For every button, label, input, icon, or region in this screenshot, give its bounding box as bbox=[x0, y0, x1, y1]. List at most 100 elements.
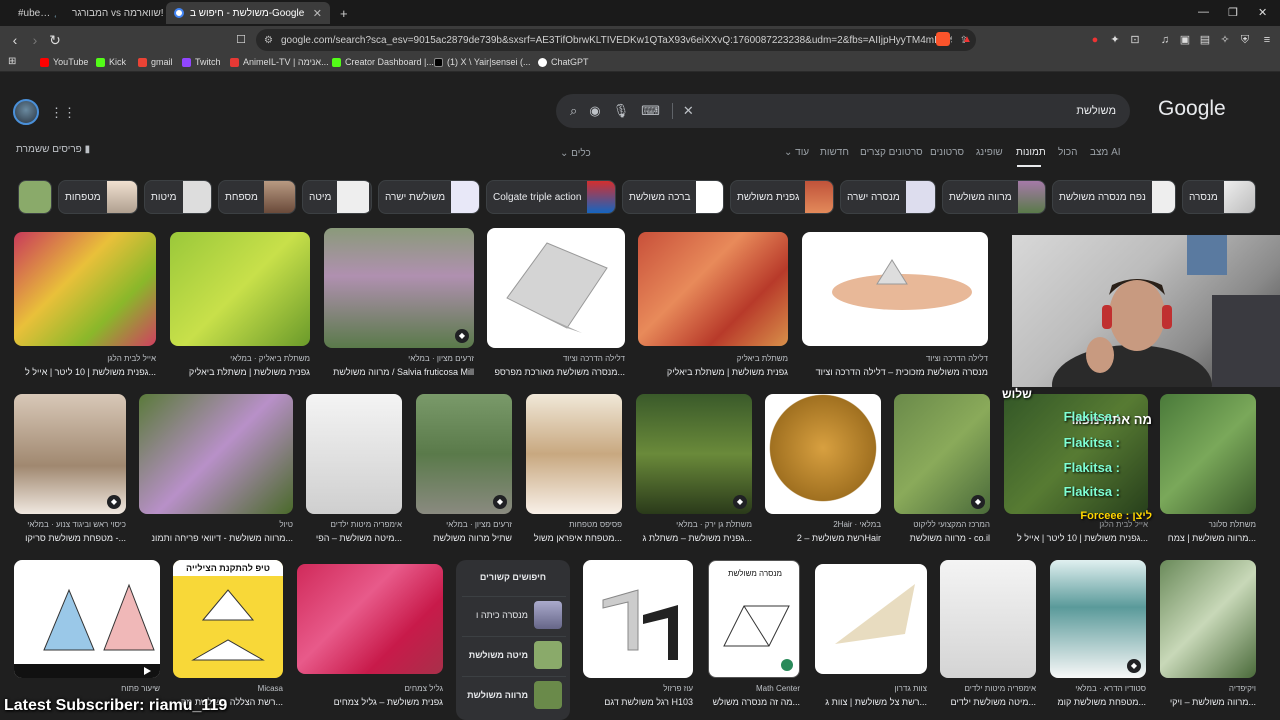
related-search-item[interactable]: מרווה משולשת bbox=[462, 676, 566, 712]
tab-hamburger[interactable]: המבורגר vs שווארמה!! bbox=[58, 2, 164, 24]
result-thumbnail[interactable] bbox=[297, 564, 443, 674]
image-result[interactable]: צוות גדרון רשת צל משולשת | צוות ג... bbox=[815, 564, 927, 708]
chip-bed[interactable]: מיטה bbox=[302, 180, 372, 214]
result-thumbnail[interactable] bbox=[765, 394, 881, 514]
image-result[interactable]: עוז פרזול רגל משולשת דגם H103 bbox=[583, 560, 693, 708]
result-thumbnail[interactable] bbox=[815, 564, 927, 674]
close-tab-icon[interactable]: ✕ bbox=[313, 7, 322, 20]
bookmark-gmail[interactable]: gmail bbox=[138, 57, 173, 67]
result-thumbnail[interactable] bbox=[14, 232, 156, 346]
result-thumbnail[interactable] bbox=[1160, 560, 1256, 678]
image-result[interactable]: ◆ משתלת גן ירק · במלאי גפנית משולשת – מש… bbox=[636, 394, 752, 546]
leo-icon[interactable]: ✧ bbox=[1216, 31, 1234, 49]
image-result[interactable]: ◆ זרעים מציון · במלאי מרווה משולשת / Sal… bbox=[324, 228, 474, 382]
tab-ai-mode[interactable]: מצב AI bbox=[1090, 147, 1121, 158]
result-thumbnail[interactable] bbox=[638, 232, 788, 346]
tab-videos[interactable]: סרטונים bbox=[930, 147, 964, 158]
bookmark-animeil[interactable]: AnimeIL-TV | אנימה... bbox=[230, 57, 329, 67]
vpn-icon[interactable]: ⛨ bbox=[1236, 31, 1254, 49]
related-search-item[interactable]: מנסרה כיתה ו bbox=[462, 596, 566, 632]
google-logo[interactable]: Google bbox=[1158, 97, 1226, 121]
clear-icon[interactable]: ✕ bbox=[671, 103, 694, 119]
tab-news[interactable]: חדשות bbox=[820, 147, 849, 158]
image-result[interactable]: פסיפס מטפחות מטפחת איפראן משול... bbox=[526, 394, 622, 546]
result-thumbnail[interactable] bbox=[306, 394, 402, 514]
result-thumbnail[interactable]: ◆ bbox=[14, 394, 126, 514]
screenshot-icon[interactable]: ⊡ bbox=[1126, 31, 1144, 49]
tab-more[interactable]: ⌄ עוד bbox=[784, 147, 809, 158]
result-thumbnail[interactable]: מנסרה משולשת bbox=[708, 560, 800, 678]
image-result[interactable]: 2Hair · במלאי רשת משולשת – 2Hair bbox=[765, 394, 881, 546]
address-bar[interactable]: ⚙ google.com/search?sca_esv=9015ac2879de… bbox=[256, 29, 976, 51]
image-result[interactable]: ◆ כיסוי ראש וביגוד צנוע · במלאי מטפחת מש… bbox=[14, 394, 126, 546]
image-result[interactable]: ◆ המרכז המקצועי לליקוט מרווה משולשת - co… bbox=[894, 394, 990, 546]
related-search-item[interactable]: מיטה משולשת bbox=[462, 636, 566, 672]
search-icon[interactable]: ⌕ bbox=[570, 103, 577, 119]
chip-beds[interactable]: מיטות bbox=[144, 180, 212, 214]
brave-shield-icon[interactable] bbox=[936, 32, 950, 46]
chip-prism[interactable]: מנסרה bbox=[1182, 180, 1256, 214]
microphone-icon[interactable]: 🎙 bbox=[613, 103, 630, 119]
image-result[interactable]: דלילה הדרכה וציוד מנסרה משולשת מזכוכית –… bbox=[802, 232, 988, 382]
image-result[interactable]: ◆ זרעים מציון · במלאי שתיל מרווה משולשת bbox=[416, 394, 512, 546]
image-result[interactable]: טיול מרווה משולשת - דיוואי פריחה ותמונ..… bbox=[139, 394, 293, 546]
new-tab-button[interactable]: + bbox=[332, 2, 352, 24]
bookmark-creator-dashboard[interactable]: Creator Dashboard |... bbox=[332, 57, 434, 67]
account-avatar[interactable] bbox=[13, 99, 39, 125]
image-result[interactable]: אימפריה מיטות ילדים מיטה משולשת ילדים... bbox=[940, 560, 1036, 708]
chip-prism-volume[interactable]: נפח מנסרה משולשת bbox=[1052, 180, 1176, 214]
image-result[interactable]: גליל צמחים גפנית משולשת – גליל צמחים bbox=[297, 564, 443, 708]
result-thumbnail[interactable] bbox=[583, 560, 693, 678]
image-result[interactable]: דלילה הדרכה וציוד מנסרה משולשת מאורכת מפ… bbox=[487, 228, 625, 382]
result-thumbnail[interactable] bbox=[526, 394, 622, 514]
chip-headscarf[interactable]: מספחת bbox=[218, 180, 296, 214]
result-thumbnail[interactable] bbox=[802, 232, 988, 346]
tab-youtube[interactable]: #ube… 🎵 bbox=[4, 2, 56, 24]
image-result[interactable]: משתלת ביאליק · במלאי גפנית משולשת | משתל… bbox=[170, 232, 310, 382]
result-thumbnail[interactable] bbox=[14, 560, 160, 678]
image-result[interactable]: משתלת סלונר מרווה משולשת | צמח... bbox=[1160, 394, 1256, 546]
chip-headscarves[interactable]: מטפחות bbox=[58, 180, 138, 214]
result-thumbnail[interactable]: ◆ bbox=[894, 394, 990, 514]
bookmark-twitch[interactable]: Twitch bbox=[182, 57, 221, 67]
chip-right-prism[interactable]: מנסרה ישרה bbox=[840, 180, 936, 214]
image-result[interactable]: ויקיפדיה מרווה משולשת – ויקי... bbox=[1160, 560, 1256, 708]
extension-red-icon[interactable]: ● bbox=[1086, 31, 1104, 49]
tab-google-search[interactable]: משולשת - חיפוש ב-Google ✕ bbox=[166, 2, 330, 24]
result-thumbnail[interactable] bbox=[940, 560, 1036, 678]
image-result[interactable]: ◆ סטודיו הדרא · במלאי מטפחת משולשת קומ..… bbox=[1050, 560, 1146, 708]
tab-shopping[interactable]: שופינג bbox=[976, 147, 1003, 158]
bookmark-chatgpt[interactable]: ChatGPT bbox=[538, 57, 589, 67]
tab-images[interactable]: תמונות bbox=[1016, 147, 1046, 158]
minimize-icon[interactable]: — bbox=[1198, 6, 1209, 18]
chip-sage[interactable]: מרווה משולשת bbox=[942, 180, 1046, 214]
result-thumbnail[interactable] bbox=[170, 232, 310, 346]
chip-blessing[interactable]: ברכה משולשת bbox=[622, 180, 724, 214]
lens-icon[interactable]: ◉ bbox=[589, 103, 600, 119]
tools-button[interactable]: ⌄ כלים bbox=[560, 148, 591, 159]
back-icon[interactable]: ‹ bbox=[6, 31, 24, 49]
result-thumbnail[interactable] bbox=[1160, 394, 1256, 514]
tab-short-videos[interactable]: סרטונים קצרים bbox=[860, 147, 923, 158]
search-query[interactable]: משולשת bbox=[1076, 105, 1116, 117]
image-result[interactable]: טיפ להתקנת הצילייה Micasa רשת הצללה משול… bbox=[173, 560, 283, 708]
chip-ivy[interactable]: גפנית משולשת bbox=[730, 180, 834, 214]
safesearch-link[interactable]: פריסים ששמרת ▮ bbox=[16, 144, 90, 155]
search-box[interactable]: ⌕ ◉ 🎙 ⌨ ✕ משולשת bbox=[556, 94, 1130, 128]
result-thumbnail[interactable]: טיפ להתקנת הצילייה bbox=[173, 560, 283, 678]
image-result[interactable]: אייל לבית הלגן גפנית משולשת | 10 ליטר | … bbox=[14, 232, 156, 382]
bookmark-kick[interactable]: Kick bbox=[96, 57, 126, 67]
apps-grid-icon[interactable]: ⊞ bbox=[8, 56, 16, 67]
close-window-icon[interactable]: ✕ bbox=[1258, 6, 1267, 19]
wallet-icon[interactable]: ▤ bbox=[1196, 31, 1214, 49]
extensions-icon[interactable]: ✦ bbox=[1106, 31, 1124, 49]
chip-colgate[interactable]: Colgate triple action bbox=[486, 180, 616, 214]
google-apps-icon[interactable]: ⋮⋮ bbox=[50, 105, 76, 121]
bookmark-youtube[interactable]: YouTube bbox=[40, 57, 88, 67]
result-thumbnail[interactable] bbox=[487, 228, 625, 348]
image-result[interactable]: משתלת ביאליק גפנית משולשת | משתלת ביאליק bbox=[638, 232, 788, 382]
result-thumbnail[interactable]: ◆ bbox=[636, 394, 752, 514]
sidebar-icon[interactable]: ▣ bbox=[1176, 31, 1194, 49]
forward-icon[interactable]: › bbox=[26, 31, 44, 49]
chip-more[interactable] bbox=[18, 180, 52, 214]
